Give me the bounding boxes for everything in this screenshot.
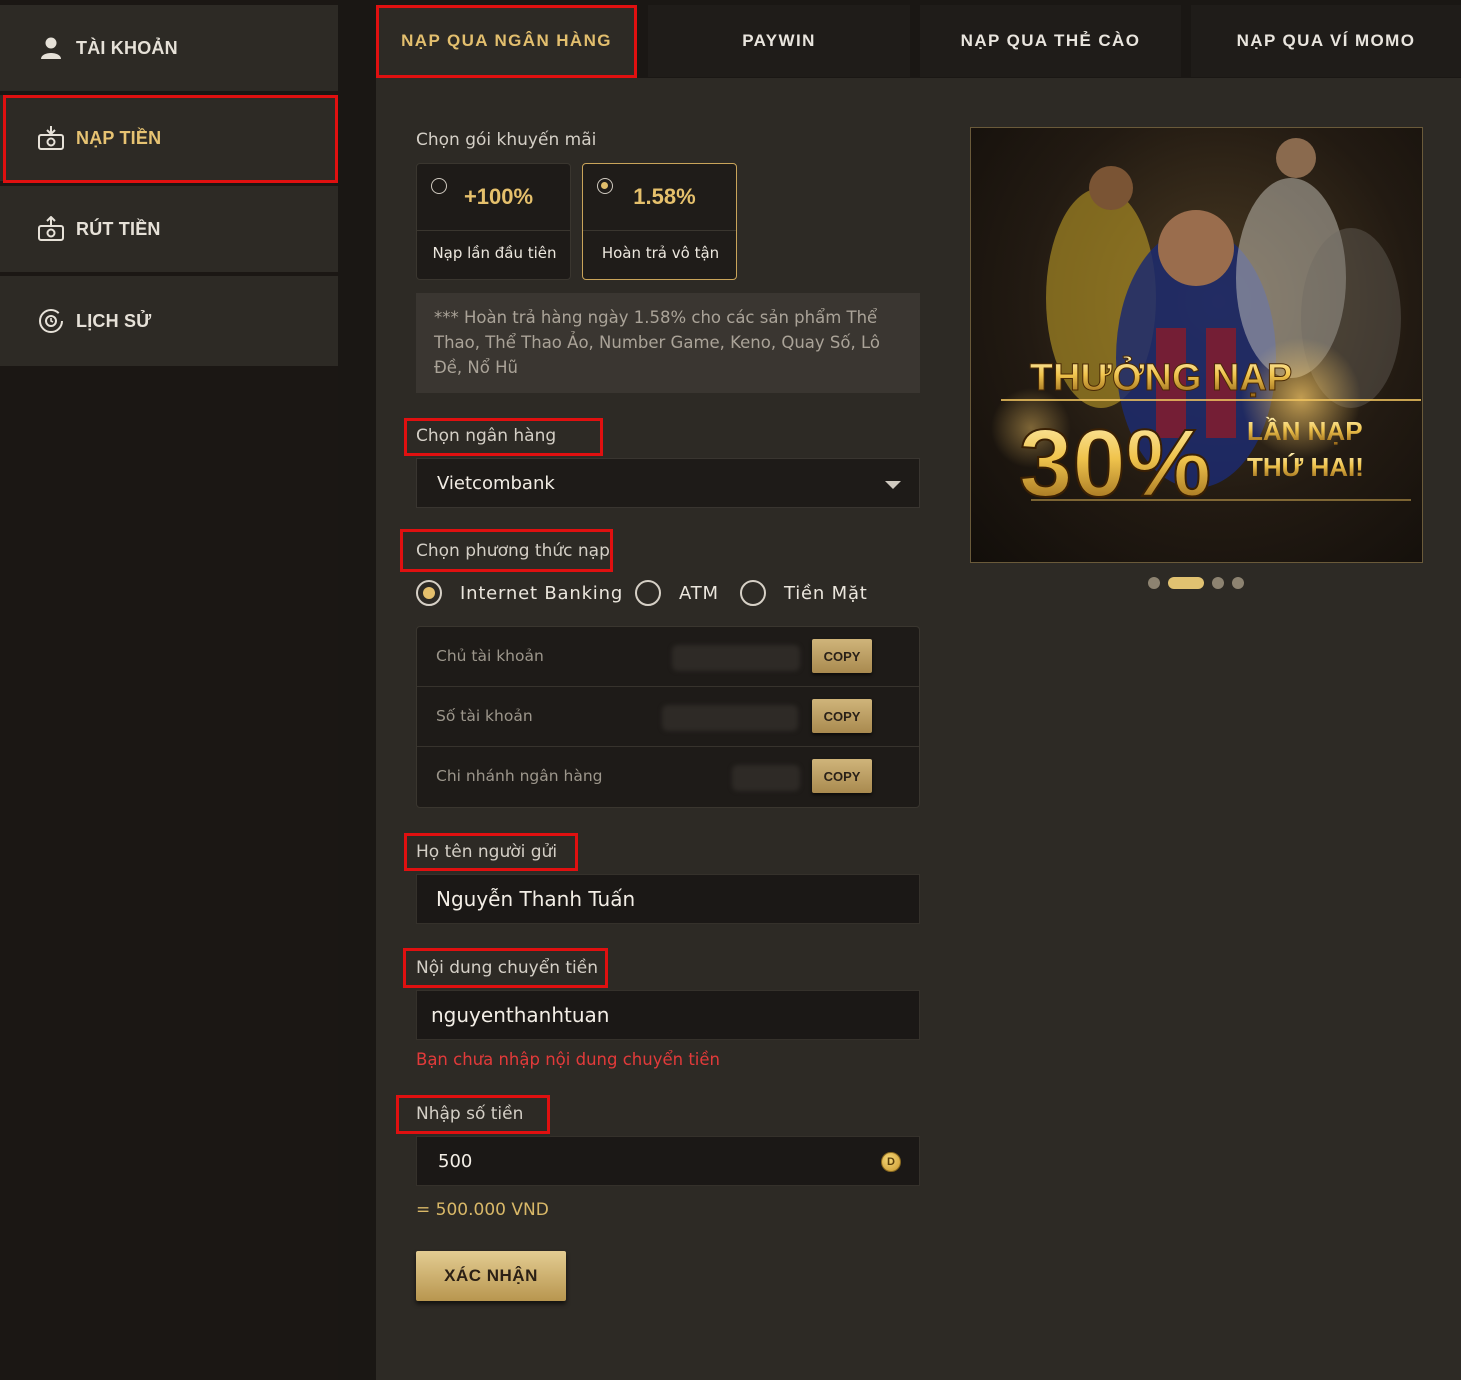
tab-momo[interactable]: NẠP QUA VÍ MOMO — [1191, 5, 1461, 77]
promo-value: +100% — [463, 184, 534, 209]
radio-label: ATM — [679, 582, 719, 604]
chevron-down-icon — [885, 481, 901, 489]
transfer-content-value: nguyenthanhtuan — [431, 1003, 610, 1027]
sidebar-item-account[interactable]: TÀI KHOẢN — [0, 5, 338, 91]
redacted-value — [732, 765, 800, 791]
radio-label: Internet Banking — [460, 582, 624, 604]
error-message: Bạn chưa nhập nội dung chuyển tiền — [416, 1050, 720, 1069]
promo-value: 1.58% — [633, 184, 696, 209]
deposit-icon — [38, 125, 64, 151]
sidebar-item-label: NẠP TIỀN — [76, 127, 162, 148]
converted-amount: = 500.000 VND — [416, 1200, 549, 1220]
method-internet-banking[interactable]: Internet Banking — [416, 580, 623, 606]
info-key: Chi nhánh ngân hàng — [436, 767, 603, 785]
user-icon — [38, 35, 64, 61]
copy-button[interactable]: COPY — [812, 759, 872, 793]
tab-bank[interactable]: NẠP QUA NGÂN HÀNG — [376, 5, 637, 77]
promo-desc: Hoàn trả vô tận — [601, 244, 720, 262]
tab-scratch-card[interactable]: NẠP QUA THẺ CÀO — [920, 5, 1181, 77]
info-key: Số tài khoản — [436, 707, 533, 725]
bank-select-value: Vietcombank — [437, 472, 555, 494]
sidebar-item-label: RÚT TIỀN — [76, 218, 161, 239]
radio-label: Tiền Mặt — [784, 582, 868, 604]
info-row: Chi nhánh ngân hàng COPY — [417, 747, 919, 807]
banner-percent: 30% — [1019, 410, 1211, 517]
promo-cashback[interactable]: 1.58% Hoàn trả vô tận — [582, 163, 737, 280]
account-info-box: Chủ tài khoản COPY Số tài khoản COPY Chi… — [416, 626, 920, 808]
carousel-dot[interactable] — [1212, 577, 1224, 589]
promo-banner[interactable]: THƯỞNG NẠP 30% LẦN NẠP THỨ HAI! — [970, 127, 1423, 563]
sidebar-item-history[interactable]: LỊCH SỬ — [0, 276, 338, 366]
copy-button[interactable]: COPY — [812, 639, 872, 673]
banner-line1: LẦN NẠP — [1247, 416, 1363, 446]
sidebar-item-withdraw[interactable]: RÚT TIỀN — [0, 186, 338, 272]
copy-button[interactable]: COPY — [812, 699, 872, 733]
carousel-dot[interactable] — [1232, 577, 1244, 589]
radio-button — [740, 580, 766, 606]
info-key: Chủ tài khoản — [436, 647, 544, 665]
banner-artwork: THƯỞNG NẠP 30% LẦN NẠP THỨ HAI! — [991, 138, 1421, 518]
tab-label: NẠP QUA NGÂN HÀNG — [401, 31, 612, 50]
banner-line2: THỨ HAI! — [1247, 452, 1364, 482]
sidebar-item-label: TÀI KHOẢN — [76, 37, 178, 58]
method-cash[interactable]: Tiền Mặt — [740, 580, 868, 606]
content-label: Nội dung chuyển tiền — [416, 958, 598, 978]
divider — [583, 230, 736, 231]
banner-headline: THƯỞNG NẠP — [1030, 355, 1292, 399]
method-label: Chọn phương thức nạp — [416, 541, 610, 561]
radio-button — [416, 580, 442, 606]
amount-input[interactable]: 500 D — [416, 1136, 920, 1186]
withdraw-icon — [38, 216, 64, 242]
sidebar: TÀI KHOẢN NẠP TIỀN RÚT TIỀN LỊCH SỬ — [0, 0, 338, 1380]
sender-name-value: Nguyễn Thanh Tuấn — [436, 887, 636, 911]
redacted-value — [662, 705, 798, 731]
promo-first-deposit[interactable]: +100% Nạp lần đầu tiên — [416, 163, 571, 280]
transfer-content-input[interactable]: nguyenthanhtuan — [416, 990, 920, 1040]
amount-value: 500 — [438, 1150, 473, 1172]
method-atm[interactable]: ATM — [635, 580, 719, 606]
promo-note: *** Hoàn trả hàng ngày 1.58% cho các sản… — [416, 293, 920, 393]
bank-select[interactable]: Vietcombank — [416, 458, 920, 508]
carousel-dot[interactable] — [1148, 577, 1160, 589]
coin-icon: D — [881, 1152, 901, 1172]
sidebar-item-deposit[interactable]: NẠP TIỀN — [0, 95, 338, 181]
divider — [417, 230, 570, 231]
tab-label: NẠP QUA THẺ CÀO — [960, 31, 1141, 50]
tab-label: NẠP QUA VÍ MOMO — [1236, 31, 1416, 50]
promo-label: Chọn gói khuyến mãi — [416, 130, 597, 150]
promo-desc: Nạp lần đầu tiên — [432, 244, 557, 262]
tab-paywin[interactable]: PAYWIN — [648, 5, 910, 77]
bank-label: Chọn ngân hàng — [416, 426, 557, 446]
sender-name-input[interactable]: Nguyễn Thanh Tuấn — [416, 874, 920, 924]
carousel-dots — [1148, 577, 1244, 589]
info-row: Chủ tài khoản COPY — [417, 627, 919, 687]
history-icon — [38, 308, 64, 334]
redacted-value — [672, 645, 800, 671]
info-row: Số tài khoản COPY — [417, 687, 919, 747]
amount-label: Nhập số tiền — [416, 1104, 524, 1124]
carousel-dot-active[interactable] — [1168, 577, 1204, 589]
sidebar-item-label: LỊCH SỬ — [76, 310, 152, 331]
tab-label: PAYWIN — [742, 31, 816, 50]
radio-button — [635, 580, 661, 606]
confirm-button[interactable]: XÁC NHẬN — [416, 1251, 566, 1301]
sender-label: Họ tên người gửi — [416, 842, 558, 862]
